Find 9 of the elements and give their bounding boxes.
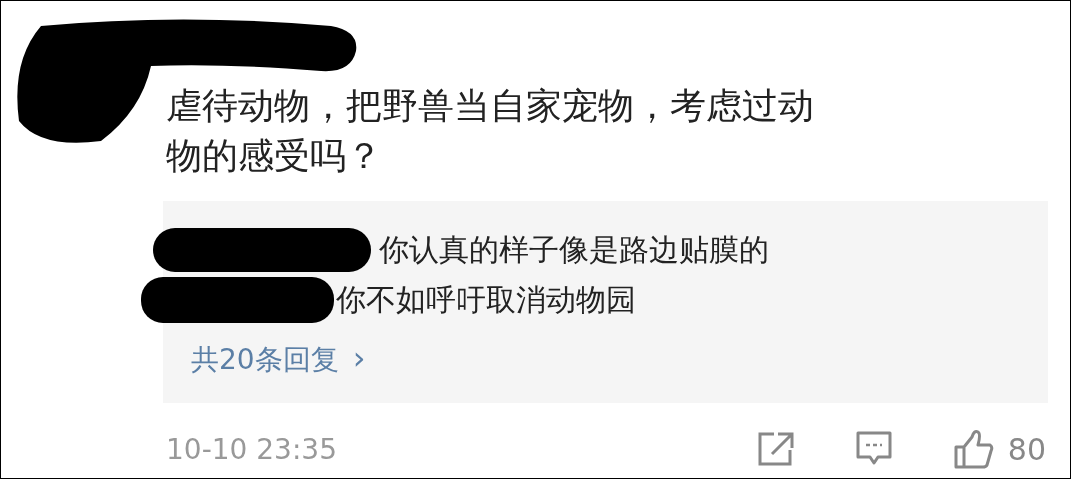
reply-text: 你认真的样子像是路边贴膜的	[379, 230, 769, 269]
share-icon[interactable]	[757, 432, 794, 466]
comment-text: 虐待动物，把野兽当自家宠物，考虑过动物的感受吗？	[166, 84, 815, 178]
comment-time: 10-10 23:35	[166, 432, 337, 466]
comment-icon[interactable]	[855, 431, 892, 467]
reply-text: 你不如呼吁取消动物园	[336, 280, 636, 319]
like-count: 80	[1007, 431, 1046, 467]
thumbs-up-icon[interactable]	[953, 429, 994, 469]
more-replies-link[interactable]: 共20条回复 ›	[191, 339, 366, 379]
